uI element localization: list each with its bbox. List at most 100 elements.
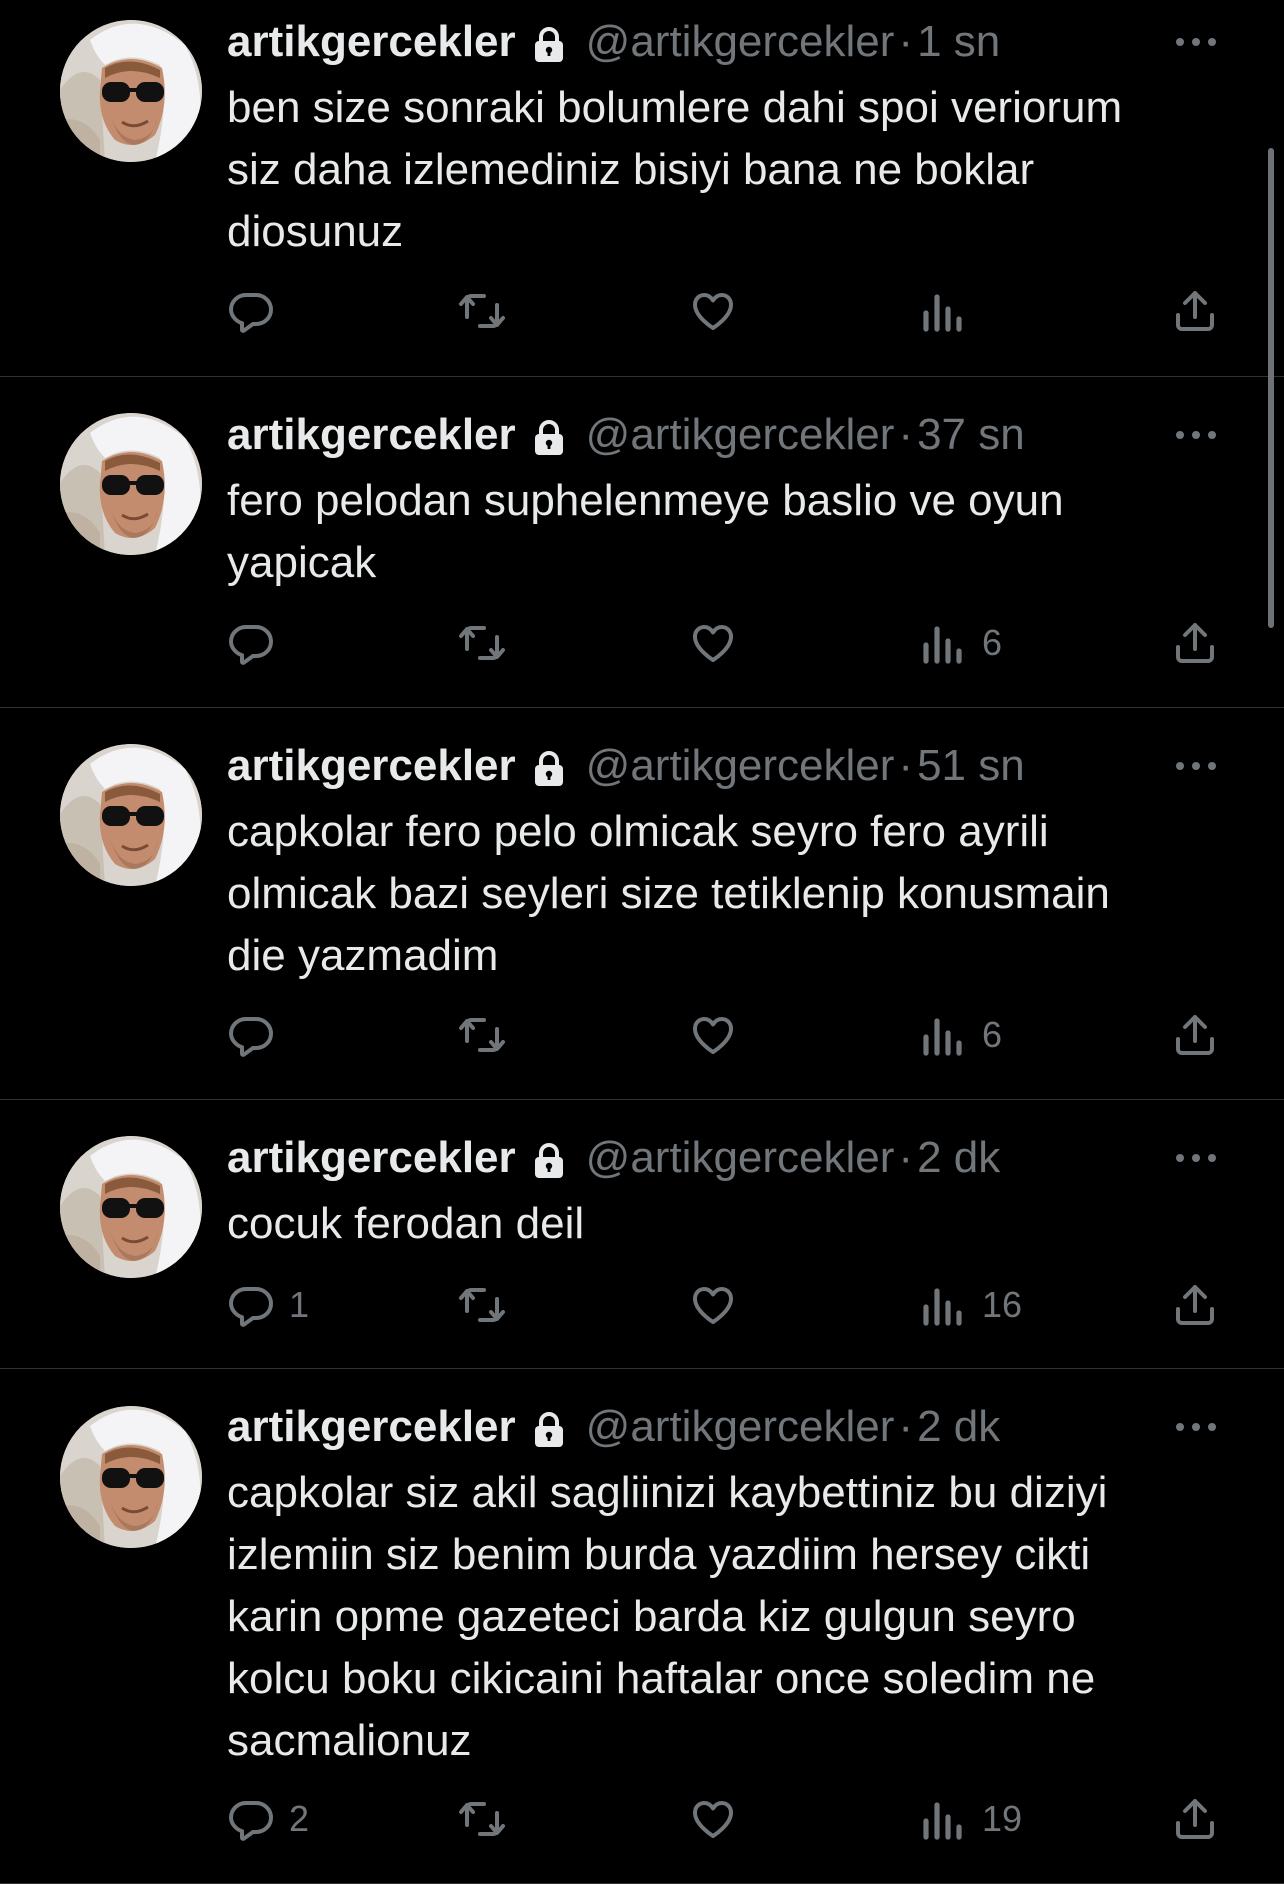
reply-button[interactable] [227, 613, 289, 673]
more-icon[interactable] [1174, 425, 1218, 445]
reply-icon [227, 619, 275, 667]
user-handle[interactable]: @artikgercekler [586, 1133, 895, 1183]
like-button[interactable] [689, 281, 751, 341]
share-button[interactable] [1171, 613, 1219, 673]
timestamp[interactable]: 37 sn [917, 410, 1025, 460]
views-button[interactable] [920, 281, 982, 341]
retweet-button[interactable] [458, 1005, 520, 1065]
more-icon[interactable] [1174, 756, 1218, 776]
tweet-header: artikgercekler @artikgercekler · 2 dk [227, 1397, 1000, 1457]
tweet-text: ben size sonraki bolumlere dahi spoi ver… [227, 83, 1123, 256]
share-icon [1171, 1011, 1219, 1059]
avatar[interactable] [60, 1136, 202, 1278]
more-icon[interactable] [1174, 1148, 1218, 1168]
user-handle[interactable]: @artikgercekler [586, 17, 895, 67]
tweet-actions: 6 [227, 613, 1227, 673]
views-button[interactable]: 19 [920, 1789, 1022, 1849]
share-button[interactable] [1171, 1005, 1219, 1065]
reply-icon [227, 1281, 275, 1329]
share-button[interactable] [1171, 281, 1219, 341]
reply-count: 1 [289, 1284, 310, 1325]
display-name[interactable]: artikgercekler [227, 1402, 516, 1452]
views-icon [920, 1011, 968, 1059]
share-icon [1171, 287, 1219, 335]
reply-icon [227, 1795, 275, 1843]
tweet[interactable]: artikgercekler @artikgercekler · 37 sn fero … [0, 377, 1284, 708]
timestamp[interactable]: 51 sn [917, 741, 1025, 791]
display-name[interactable]: artikgercekler [227, 17, 516, 67]
views-icon [920, 1795, 968, 1843]
tweet-text: fero pelodan suphelenmeye baslio ve oyun… [227, 476, 1064, 587]
like-button[interactable] [689, 1005, 751, 1065]
like-button[interactable] [689, 1275, 751, 1335]
avatar[interactable] [60, 1406, 202, 1548]
share-icon [1171, 1281, 1219, 1329]
reply-button[interactable] [227, 1005, 289, 1065]
timestamp[interactable]: 2 dk [917, 1133, 1000, 1183]
user-handle[interactable]: @artikgercekler [586, 1402, 895, 1452]
heart-icon [689, 619, 737, 667]
tweet-actions: 6 [227, 1005, 1227, 1065]
retweet-button[interactable] [458, 1789, 520, 1849]
retweet-icon [458, 1011, 506, 1059]
lock-icon [534, 417, 564, 455]
tweet[interactable]: artikgercekler @artikgercekler · 1 sn ben si… [0, 0, 1284, 377]
views-count: 16 [982, 1284, 1023, 1325]
timestamp[interactable]: 2 dk [917, 1402, 1000, 1452]
lock-icon [534, 1409, 564, 1447]
user-handle[interactable]: @artikgercekler [586, 410, 895, 460]
more-icon[interactable] [1174, 1417, 1218, 1437]
tweet[interactable]: artikgercekler @artikgercekler · 51 sn capko… [0, 708, 1284, 1100]
reply-button[interactable] [227, 281, 289, 341]
views-button[interactable]: 16 [920, 1275, 1022, 1335]
views-button[interactable]: 6 [920, 613, 1002, 673]
reply-icon [227, 1011, 275, 1059]
tweet[interactable]: artikgercekler @artikgercekler · 2 dk capkol… [0, 1369, 1284, 1884]
retweet-icon [458, 619, 506, 667]
views-count: 19 [982, 1798, 1023, 1839]
like-button[interactable] [689, 613, 751, 673]
tweet-text: capkolar siz akil sagliinizi kaybettiniz… [227, 1468, 1108, 1765]
like-button[interactable] [689, 1789, 751, 1849]
tweet-header: artikgercekler @artikgercekler · 51 sn [227, 736, 1025, 796]
user-handle[interactable]: @artikgercekler [586, 741, 895, 791]
tweet[interactable]: artikgercekler @artikgercekler · 2 dk cocuk … [0, 1100, 1284, 1369]
avatar[interactable] [60, 413, 202, 555]
lock-icon [534, 24, 564, 62]
heart-icon [689, 1795, 737, 1843]
more-icon[interactable] [1174, 32, 1218, 52]
lock-icon [534, 748, 564, 786]
timeline-feed: artikgercekler @artikgercekler · 1 sn ben si… [0, 0, 1284, 1884]
separator: · [898, 741, 914, 790]
heart-icon [689, 287, 737, 335]
views-count: 6 [982, 622, 1003, 663]
reply-count: 2 [289, 1798, 310, 1839]
display-name[interactable]: artikgercekler [227, 741, 516, 791]
share-button[interactable] [1171, 1789, 1219, 1849]
heart-icon [689, 1011, 737, 1059]
retweet-button[interactable] [458, 613, 520, 673]
tweet-actions: 2 19 [227, 1789, 1227, 1849]
tweet-actions: 1 16 [227, 1275, 1227, 1335]
share-button[interactable] [1171, 1275, 1219, 1335]
views-count: 6 [982, 1014, 1003, 1055]
reply-button[interactable]: 2 [227, 1789, 309, 1849]
display-name[interactable]: artikgercekler [227, 1133, 516, 1183]
separator: · [898, 1133, 914, 1182]
timestamp[interactable]: 1 sn [917, 17, 1000, 67]
views-icon [920, 287, 968, 335]
tweet-actions [227, 281, 1227, 341]
avatar[interactable] [60, 20, 202, 162]
retweet-button[interactable] [458, 281, 520, 341]
views-icon [920, 619, 968, 667]
retweet-icon [458, 1795, 506, 1843]
share-icon [1171, 619, 1219, 667]
separator: · [898, 17, 914, 66]
heart-icon [689, 1281, 737, 1329]
display-name[interactable]: artikgercekler [227, 410, 516, 460]
reply-button[interactable]: 1 [227, 1275, 309, 1335]
scrollbar[interactable] [1268, 148, 1274, 628]
retweet-button[interactable] [458, 1275, 520, 1335]
avatar[interactable] [60, 744, 202, 886]
views-button[interactable]: 6 [920, 1005, 1002, 1065]
